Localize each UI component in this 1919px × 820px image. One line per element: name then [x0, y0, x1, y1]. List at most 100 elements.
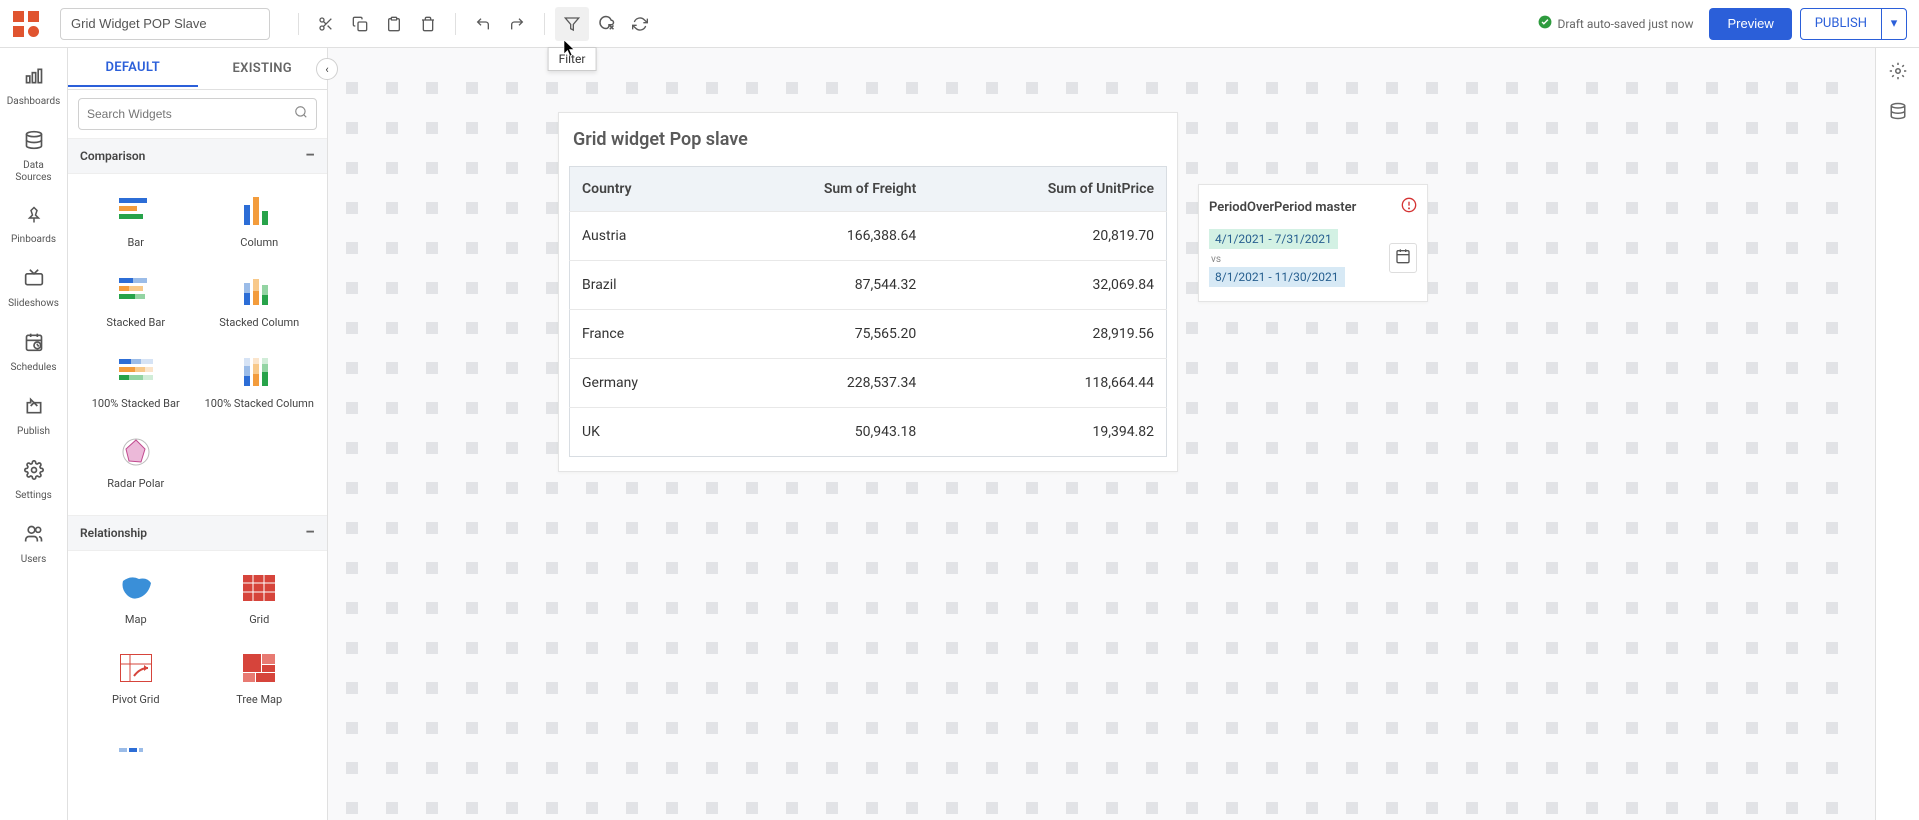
- rail-users[interactable]: Users: [0, 514, 67, 578]
- cell-unitprice: 19,394.82: [928, 408, 1166, 457]
- preview-button[interactable]: Preview: [1709, 8, 1791, 40]
- relationship-widgets: Map Grid Pivot Grid Tree Map: [68, 551, 327, 786]
- chevron-down-icon[interactable]: ▾: [1882, 9, 1906, 39]
- save-status-text: Draft auto-saved just now: [1558, 17, 1694, 31]
- rail-settings[interactable]: Settings: [0, 450, 67, 514]
- panel-collapse-button[interactable]: ‹: [316, 58, 338, 80]
- date-range-1[interactable]: 4/1/2021 - 7/31/2021: [1209, 229, 1338, 249]
- publish-icon: [24, 396, 44, 420]
- gear-icon: [24, 460, 44, 484]
- separator: [544, 13, 545, 35]
- publish-button[interactable]: PUBLISH ▾: [1800, 8, 1907, 40]
- dashboard-canvas[interactable]: Grid widget Pop slave Country Sum of Fre…: [328, 48, 1875, 820]
- dashboards-icon: [24, 66, 44, 90]
- tab-existing[interactable]: EXISTING: [198, 51, 328, 86]
- col-header[interactable]: Sum of UnitPrice: [928, 167, 1166, 212]
- widget-search[interactable]: [78, 98, 317, 130]
- comparison-widgets: Bar Column Stacked Bar Stacked Column 10…: [68, 174, 327, 515]
- col-header[interactable]: Sum of Freight: [716, 167, 928, 212]
- cell-country: Brazil: [570, 261, 717, 310]
- table-row[interactable]: France75,565.2028,919.56: [570, 310, 1167, 359]
- database-icon[interactable]: [1889, 102, 1907, 124]
- rail-datasources[interactable]: Data Sources: [0, 120, 67, 196]
- vs-label: vs: [1209, 254, 1221, 265]
- app-logo[interactable]: [12, 10, 40, 38]
- grid-table: Country Sum of Freight Sum of UnitPrice …: [569, 166, 1167, 457]
- widget-map[interactable]: Map: [74, 561, 198, 641]
- table-row[interactable]: UK50,943.1819,394.82: [570, 408, 1167, 457]
- tab-default[interactable]: DEFAULT: [68, 50, 198, 87]
- cell-country: France: [570, 310, 717, 359]
- right-rail: [1875, 48, 1919, 820]
- cell-unitprice: 118,664.44: [928, 359, 1166, 408]
- rail-dashboards[interactable]: Dashboards: [0, 56, 67, 120]
- rail-slideshows[interactable]: Slideshows: [0, 258, 67, 322]
- widget-radar-polar[interactable]: Radar Polar: [74, 425, 198, 505]
- cell-unitprice: 28,919.56: [928, 310, 1166, 359]
- minus-icon[interactable]: −: [305, 524, 315, 542]
- widget-pivot-grid[interactable]: Pivot Grid: [74, 641, 198, 721]
- table-row[interactable]: Germany228,537.34118,664.44: [570, 359, 1167, 408]
- cell-country: Germany: [570, 359, 717, 408]
- search-input[interactable]: [87, 107, 294, 121]
- category-comparison[interactable]: Comparison −: [68, 138, 327, 174]
- rail-schedules[interactable]: Schedules: [0, 322, 67, 386]
- widget-bar[interactable]: Bar: [74, 184, 198, 264]
- calendar-picker-icon[interactable]: [1389, 243, 1417, 273]
- widget-100-stacked-bar[interactable]: 100% Stacked Bar: [74, 345, 198, 425]
- calendar-icon: [24, 332, 44, 356]
- copy-button[interactable]: [343, 7, 377, 41]
- undo-button[interactable]: [466, 7, 500, 41]
- cell-freight: 87,544.32: [716, 261, 928, 310]
- dashboard-title-input[interactable]: [60, 8, 270, 40]
- category-relationship[interactable]: Relationship −: [68, 515, 327, 551]
- widget-stacked-bar[interactable]: Stacked Bar: [74, 264, 198, 344]
- top-toolbar: Filter Draft auto-saved just now Preview…: [0, 0, 1919, 48]
- rail-pinboards[interactable]: Pinboards: [0, 196, 67, 258]
- grid-widget[interactable]: Grid widget Pop slave Country Sum of Fre…: [558, 112, 1178, 472]
- cell-freight: 50,943.18: [716, 408, 928, 457]
- properties-icon[interactable]: [1889, 62, 1907, 84]
- tv-icon: [24, 268, 44, 292]
- redo-button[interactable]: [500, 7, 534, 41]
- pin-icon: [25, 206, 43, 228]
- period-title: PeriodOverPeriod master: [1209, 200, 1356, 215]
- publish-label: PUBLISH: [1801, 9, 1882, 39]
- widget-tree-map[interactable]: Tree Map: [198, 641, 322, 721]
- table-row[interactable]: Brazil87,544.3232,069.84: [570, 261, 1167, 310]
- separator: [298, 13, 299, 35]
- cell-freight: 166,388.64: [716, 212, 928, 261]
- cell-unitprice: 20,819.70: [928, 212, 1166, 261]
- period-widget[interactable]: PeriodOverPeriod master 4/1/2021 - 7/31/…: [1198, 184, 1428, 302]
- minus-icon[interactable]: −: [305, 147, 315, 165]
- period-dates: 4/1/2021 - 7/31/2021 vs 8/1/2021 - 11/30…: [1209, 227, 1381, 289]
- search-icon: [294, 105, 308, 123]
- cut-button[interactable]: [309, 7, 343, 41]
- widget-stacked-column[interactable]: Stacked Column: [198, 264, 322, 344]
- paste-button[interactable]: [377, 7, 411, 41]
- col-header[interactable]: Country: [570, 167, 717, 212]
- date-range-2[interactable]: 8/1/2021 - 11/30/2021: [1209, 267, 1345, 287]
- datasources-icon: [24, 130, 44, 154]
- table-row[interactable]: Austria166,388.6420,819.70: [570, 212, 1167, 261]
- widget-column[interactable]: Column: [198, 184, 322, 264]
- error-icon[interactable]: [1401, 197, 1417, 217]
- image-button[interactable]: [589, 7, 623, 41]
- rail-publish[interactable]: Publish: [0, 386, 67, 450]
- cell-unitprice: 32,069.84: [928, 261, 1166, 310]
- cell-freight: 228,537.34: [716, 359, 928, 408]
- widget-grid[interactable]: Grid: [198, 561, 322, 641]
- widget-100-stacked-column[interactable]: 100% Stacked Column: [198, 345, 322, 425]
- cell-country: UK: [570, 408, 717, 457]
- separator: [455, 13, 456, 35]
- widget-extra[interactable]: [74, 722, 198, 776]
- left-rail: Dashboards Data Sources Pinboards Slides…: [0, 48, 68, 820]
- delete-button[interactable]: [411, 7, 445, 41]
- cell-freight: 75,565.20: [716, 310, 928, 359]
- grid-widget-title: Grid widget Pop slave: [559, 113, 1177, 160]
- filter-tooltip: Filter: [548, 47, 597, 71]
- filter-button[interactable]: Filter: [555, 7, 589, 41]
- users-icon: [24, 524, 44, 548]
- save-status: Draft auto-saved just now: [1538, 15, 1694, 32]
- refresh-button[interactable]: [623, 7, 657, 41]
